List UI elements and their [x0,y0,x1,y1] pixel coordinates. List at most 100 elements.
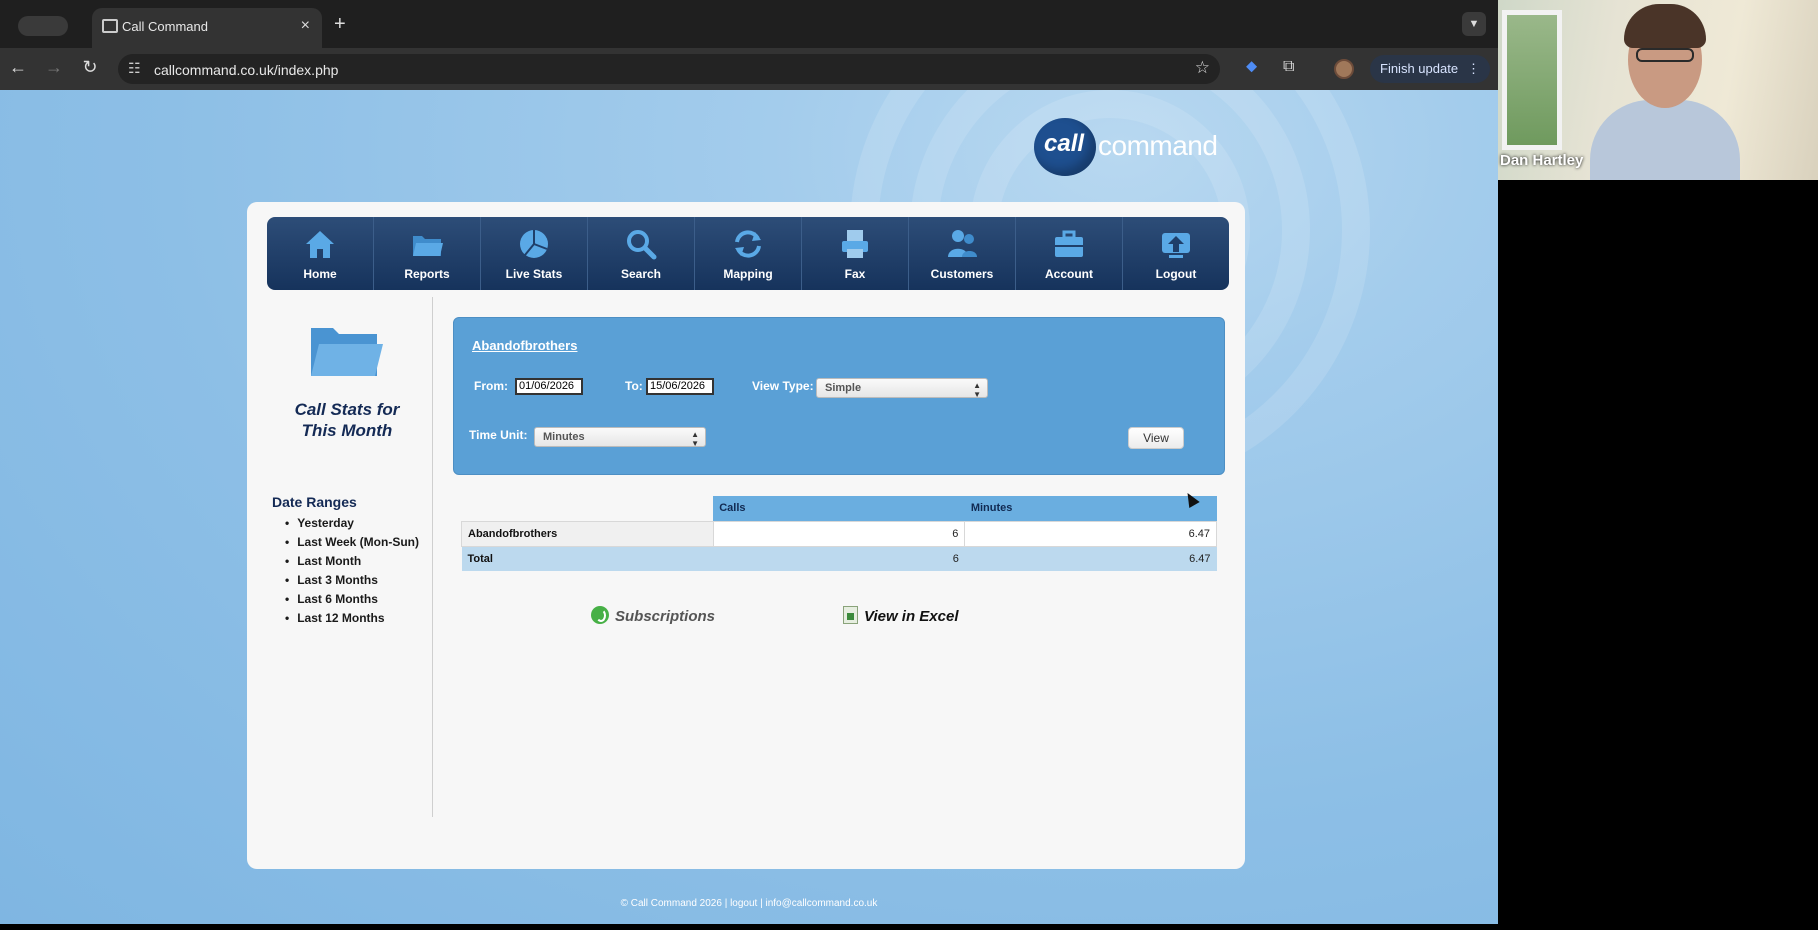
column-header-calls[interactable]: Calls [713,496,965,521]
view-type-select[interactable]: Simple ▲ ▼ [816,378,988,399]
filter-box: Abandofbrothers From: 01/06/2026 To: 15/… [453,317,1225,475]
nav-label: Home [303,267,337,281]
date-range-last-3-months[interactable]: Last 3 Months [285,571,419,590]
time-unit-value: Minutes [543,431,585,443]
nav-label: Customers [930,267,994,281]
column-header-minutes[interactable]: Minutes [964,496,1217,521]
date-range-last-week[interactable]: Last Week (Mon-Sun) [285,533,419,552]
search-icon [627,230,657,260]
call-stats-table: Calls Minutes Abandofbrothers 6 6.47 Tot… [461,496,1217,571]
sidebar-title-line2: This Month [301,421,393,440]
pie-chart-icon [520,230,548,258]
site-info-icon[interactable]: ☷ [128,60,141,77]
subscriptions-label: Subscriptions [615,608,716,625]
main-nav: Home Reports Live Stats Search Mapping F… [267,217,1229,290]
view-type-label: View Type: [752,379,814,393]
site-favicon-icon [102,19,118,33]
row-calls: 6 [712,520,966,547]
total-minutes: 6.47 [964,546,1217,571]
address-bar[interactable]: ☷ callcommand.co.uk/index.php ☆ [118,54,1220,84]
date-range-last-month[interactable]: Last Month [285,552,419,571]
view-type-value: Simple [825,382,862,394]
nav-item-fax[interactable]: Fax [802,217,909,290]
briefcase-icon [1055,230,1083,257]
total-label: Total [461,546,714,571]
nav-label: Search [620,267,662,281]
browser-window: Call Command × + ▼ ← → ↻ ☷ callcommand.c… [0,0,1498,924]
select-arrows-icon: ▲ ▼ [973,381,981,399]
web-page: call command Home Reports Live Stats Sea… [0,90,1498,924]
account-name-link[interactable]: Abandofbrothers [472,338,577,353]
refresh-icon [735,230,761,258]
call-command-logo[interactable]: call command [1034,118,1218,180]
folder-icon [413,236,443,256]
page-footer[interactable]: © Call Command 2026 | logout | info@call… [0,898,1498,909]
subscriptions-link[interactable]: Subscriptions [591,606,715,625]
extensions-puzzle-icon[interactable]: ⧉ [1283,58,1294,76]
view-in-excel-link[interactable]: View in Excel [843,606,959,625]
nav-label: Account [1045,267,1093,281]
view-in-excel-label: View in Excel [864,608,959,625]
browser-toolbar: ← → ↻ ☷ callcommand.co.uk/index.php ☆ ⬥ … [0,48,1498,90]
subscriptions-icon [591,606,609,624]
nav-label: Mapping [723,267,773,281]
view-button[interactable]: View [1128,427,1184,449]
nav-item-search[interactable]: Search [588,217,695,290]
nav-item-logout[interactable]: Logout [1123,217,1229,290]
participant-body [1590,100,1740,180]
tab-close-icon[interactable]: × [301,17,310,35]
nav-label: Fax [844,267,866,281]
home-icon [306,231,334,258]
to-date-input[interactable]: 15/06/2026 [646,378,714,395]
nav-item-home[interactable]: Home [267,217,374,290]
printer-icon [842,230,868,258]
reports-folder-icon [311,328,383,376]
users-icon [948,230,977,257]
excel-file-icon [843,606,858,624]
tab-title: Call Command [122,19,208,34]
date-ranges-heading: Date Ranges [272,494,357,510]
row-label: Abandofbrothers [461,520,714,547]
participant-name: Dan Hartley [1500,152,1584,169]
logo-wordmark: command [1098,130,1218,161]
nav-label: Live Stats [505,267,563,281]
time-unit-label: Time Unit: [469,428,528,442]
forward-button[interactable]: → [42,57,66,78]
finish-update-button[interactable]: Finish update ⋮ [1370,55,1490,83]
sidebar-title-line1: Call Stats for [294,400,400,419]
kebab-menu-icon[interactable]: ⋮ [1467,55,1480,83]
time-unit-select[interactable]: Minutes ▲ ▼ [534,427,706,448]
from-date-input[interactable]: 01/06/2026 [515,378,583,395]
date-range-last-12-months[interactable]: Last 12 Months [285,609,419,628]
extension-drop-icon[interactable]: ⬥ [1246,58,1257,76]
nav-item-live-stats[interactable]: Live Stats [481,217,588,290]
participant-glasses [1636,48,1694,62]
nav-label: Logout [1155,267,1197,281]
total-calls: 6 [713,546,965,571]
table-row: Abandofbrothers 6 6.47 [461,520,1217,547]
back-button[interactable]: ← [6,57,30,78]
finish-update-label: Finish update [1380,61,1459,76]
tab-search-chevron-icon[interactable]: ▼ [1462,12,1486,36]
nav-item-mapping[interactable]: Mapping [695,217,802,290]
new-tab-button[interactable]: + [334,13,346,36]
url-text[interactable]: callcommand.co.uk/index.php [154,62,338,78]
from-label: From: [474,379,508,393]
nav-item-account[interactable]: Account [1016,217,1123,290]
bookmark-star-icon[interactable]: ☆ [1195,58,1210,78]
upload-icon [1162,233,1190,258]
profile-avatar[interactable] [1334,59,1354,79]
select-arrows-icon: ▲ ▼ [691,430,699,448]
tab-group-pill[interactable] [18,16,68,36]
date-range-last-6-months[interactable]: Last 6 Months [285,590,419,609]
main-panel: Home Reports Live Stats Search Mapping F… [247,202,1245,869]
tab-call-command[interactable]: Call Command × [92,8,322,48]
reload-button[interactable]: ↻ [78,57,102,78]
nav-item-reports[interactable]: Reports [374,217,481,290]
to-label: To: [625,379,643,393]
video-participant-tile[interactable]: Dan Hartley [1498,0,1818,180]
sidebar-title: Call Stats for This Month [267,399,427,441]
background-window [1502,10,1562,150]
nav-item-customers[interactable]: Customers [909,217,1016,290]
date-range-yesterday[interactable]: Yesterday [285,514,419,533]
